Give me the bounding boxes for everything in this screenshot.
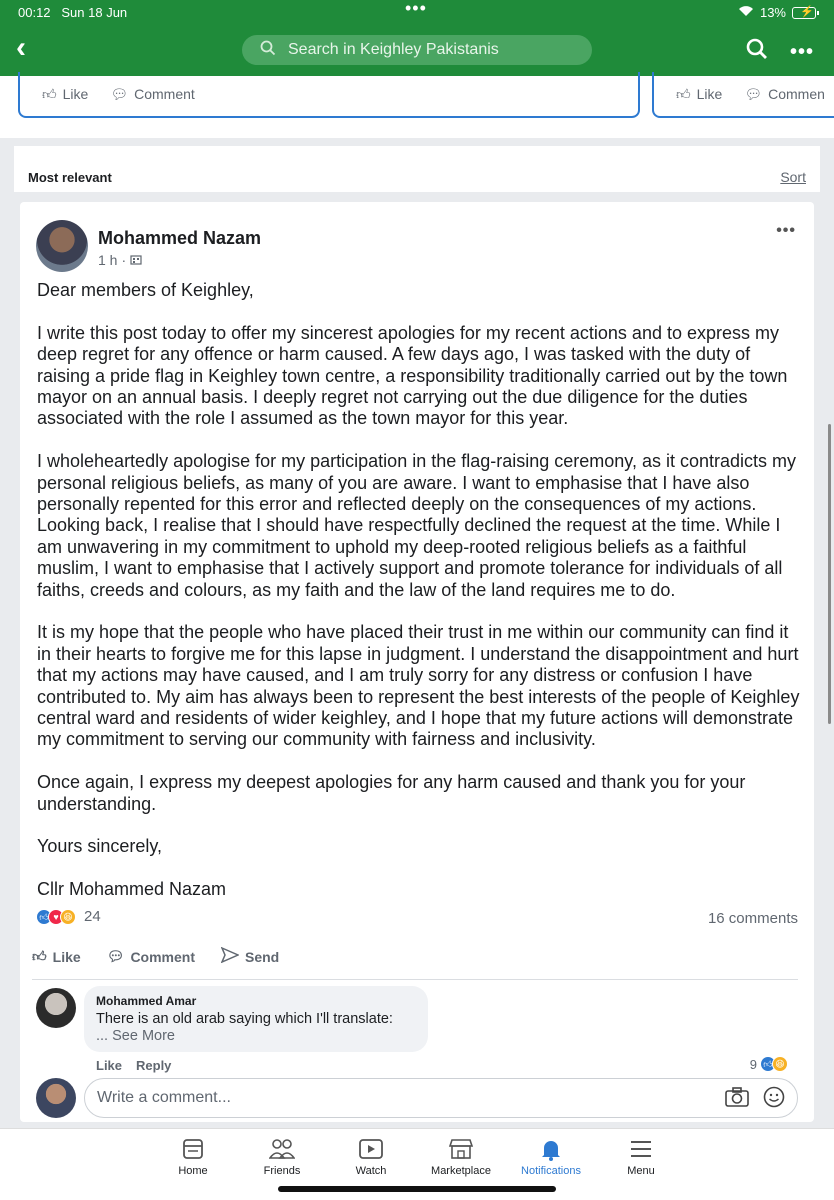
sort-bar: Most relevant Sort [14,146,820,192]
comment-author[interactable]: Mohammed Amar [96,994,416,1008]
post-actions: 👍︎ Like 💬︎ Comment Send [32,946,279,966]
reaction-count: 24 [84,908,101,925]
tab-menu[interactable]: Menu [596,1137,686,1177]
haha-reaction-icon: 😆︎ [772,1056,788,1072]
tab-watch[interactable]: Watch [326,1137,416,1177]
tab-home[interactable]: Home [148,1137,238,1177]
thumbs-up-icon: 👍︎ [42,85,57,102]
tab-label: Watch [355,1165,387,1177]
tab-label: Home [178,1165,208,1177]
write-comment-tools [725,1086,785,1114]
comments-count[interactable]: 16 comments [708,910,798,927]
post-paragraph: Once again, I express my deepest apologi… [37,772,746,814]
comment-button[interactable]: 💬︎ Commen [744,86,825,103]
tab-label: Friends [263,1165,301,1177]
camera-icon[interactable] [725,1086,749,1114]
avatar[interactable] [36,988,76,1028]
post-author[interactable]: Mohammed Nazam [98,228,261,249]
status-right: 13% ⚡ [738,5,819,20]
post-meta: 1 h · [98,252,142,268]
post-time[interactable]: 1 h [98,252,117,268]
avatar [36,1078,76,1118]
sort-button[interactable]: Sort [780,169,806,185]
prev-card: 👍︎ Like 💬︎ Comment [18,72,640,118]
divider [32,979,798,980]
group-privacy-icon [130,252,142,268]
wifi-icon [738,5,754,20]
tab-label: Menu [627,1165,655,1177]
haha-reaction-icon: 😆︎ [60,908,76,925]
comment-reactions[interactable]: 9 👍︎ 😆︎ [749,1056,788,1072]
search-icon [260,40,276,61]
emoji-icon[interactable] [763,1086,785,1114]
thumbs-up-icon: 👍︎ [32,948,47,964]
home-icon [148,1137,238,1165]
comment-bubble[interactable]: Mohammed Amar There is an old arab sayin… [84,986,428,1052]
send-button[interactable]: Send [220,946,279,966]
prev-card: 👍︎ Like 💬︎ Commen [652,72,834,118]
write-comment-input[interactable]: Write a comment... [84,1078,798,1118]
battery-icon: ⚡ [792,6,819,19]
thumbs-up-icon: 👍︎ [676,85,691,102]
reaction-icons: 👍︎ ♥ 😆︎ [36,908,76,925]
top-right-actions: ••• [746,38,814,66]
post-paragraph: Cllr Mohammed Nazam [37,879,227,900]
comment-reaction-count: 9 [749,1056,757,1072]
like-button[interactable]: 👍︎ Like [42,86,88,103]
tab-label: Notifications [521,1165,581,1177]
tab-notifications[interactable]: Notifications [506,1137,596,1177]
group-search-input[interactable]: Search in Keighley Pakistanis [242,35,592,65]
post-more-icon[interactable]: ••• [776,222,796,240]
avatar[interactable] [36,220,88,272]
comment-actions: Like Reply [96,1058,171,1073]
search-placeholder: Search in Keighley Pakistanis [288,41,499,58]
more-options-icon[interactable]: ••• [790,41,814,64]
post-paragraph: It is my hope that the people who have p… [37,622,800,750]
post-paragraph: Yours sincerely, [37,836,163,857]
previous-cards: 👍︎ Like 💬︎ Comment 👍︎ Like 💬︎ Commen [0,72,834,138]
battery-percent: 13% [759,5,786,20]
post-body: Dear members of Keighley, I write this p… [37,280,807,922]
multitask-dots-icon[interactable]: ••• [405,0,427,19]
post-paragraph: I write this post today to offer my sinc… [37,322,788,429]
reactions-summary[interactable]: 👍︎ ♥ 😆︎ 24 [36,908,101,925]
tab-marketplace[interactable]: Marketplace [416,1137,506,1177]
bell-icon [506,1137,596,1165]
marketplace-icon [416,1137,506,1165]
comment-like-button[interactable]: Like [96,1058,122,1073]
home-indicator[interactable] [278,1186,556,1192]
comment-icon: 💬︎ [106,948,125,964]
sort-label: Most relevant [28,170,112,185]
status-bar: 00:12 Sun 18 Jun ••• 13% ⚡ [0,0,834,22]
comment-reply-button[interactable]: Reply [136,1058,171,1073]
comment-button[interactable]: 💬︎ Comment [110,86,194,103]
search-icon[interactable] [746,38,768,66]
send-icon [220,946,240,966]
status-time: 00:12 Sun 18 Jun [18,5,128,20]
post-paragraph: I wholeheartedly apologise for my partic… [37,451,797,600]
comment-text: There is an old arab saying which I'll t… [96,1011,393,1027]
tab-friends[interactable]: Friends [237,1137,327,1177]
comment-icon: 💬︎ [744,85,763,102]
back-icon[interactable]: ‹ [16,33,40,64]
scrollbar[interactable] [828,424,831,724]
post-paragraph: Dear members of Keighley, [37,280,254,300]
like-button[interactable]: 👍︎ Like [676,86,722,103]
reaction-icons: 👍︎ 😆︎ [760,1056,788,1072]
top-bar: 00:12 Sun 18 Jun ••• 13% ⚡ ‹ Search in K… [0,0,834,76]
watch-icon [326,1137,416,1165]
see-more-link[interactable]: ... See More [96,1028,416,1044]
post-card: Mohammed Nazam 1 h · ••• Dear members of… [20,202,814,1122]
menu-icon [596,1137,686,1165]
like-button[interactable]: 👍︎ Like [32,947,81,966]
comment-icon: 💬︎ [110,85,129,102]
tab-label: Marketplace [431,1165,491,1177]
write-comment-placeholder: Write a comment... [97,1089,231,1106]
comment-button[interactable]: 💬︎ Comment [107,947,195,966]
friends-icon [237,1137,327,1165]
